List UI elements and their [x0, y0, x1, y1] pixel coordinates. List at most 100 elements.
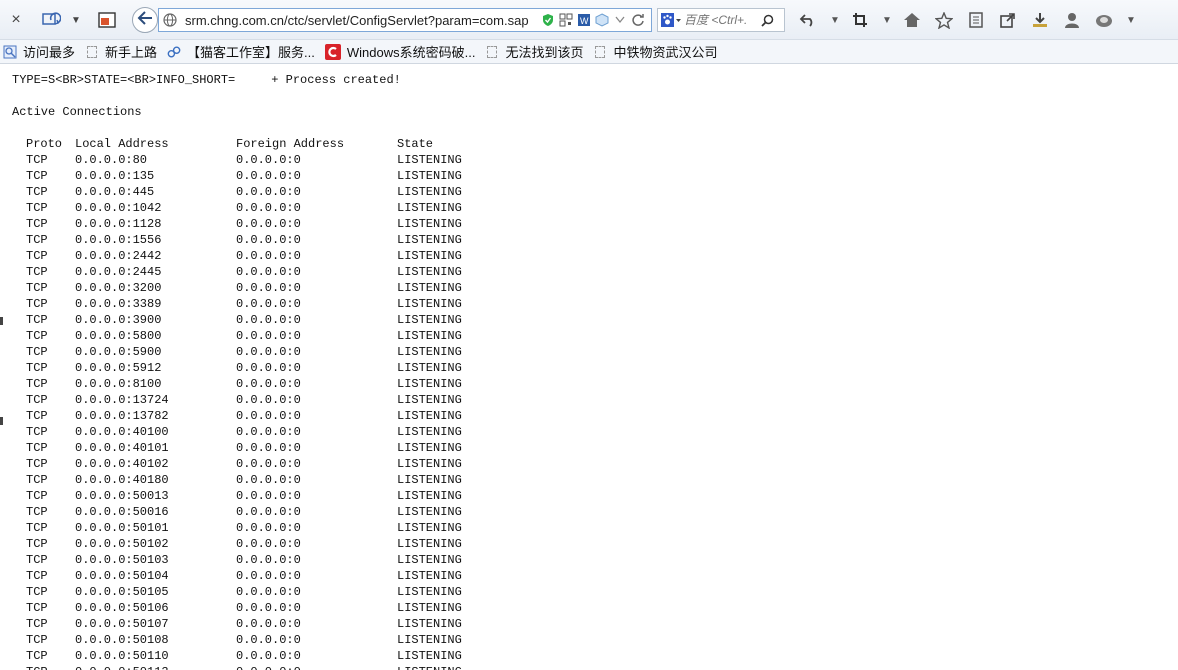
cell-state: LISTENING: [397, 425, 462, 439]
cell-local-address: 0.0.0.0:80: [75, 153, 148, 167]
search-input[interactable]: [684, 13, 758, 27]
page-content: TYPE=S<BR>STATE=<BR>INFO_SHORT= + Proces…: [0, 65, 1178, 670]
cell-foreign-address: 0.0.0.0:0: [236, 217, 301, 231]
cell-proto: TCP: [26, 361, 48, 375]
chevron-down-icon[interactable]: ▼: [828, 8, 842, 32]
cell-local-address: 0.0.0.0:445: [75, 185, 155, 199]
home-icon[interactable]: [900, 8, 924, 32]
cell-state: LISTENING: [397, 249, 462, 263]
cell-foreign-address: 0.0.0.0:0: [236, 393, 301, 407]
bookmark-page-not-found[interactable]: 无法找到该页: [485, 42, 583, 61]
word-icon[interactable]: W: [577, 13, 591, 27]
cell-local-address: 0.0.0.0:135: [75, 169, 155, 183]
cell-state: LISTENING: [397, 664, 462, 670]
cell-proto: TCP: [26, 569, 48, 583]
cell-proto: TCP: [26, 185, 48, 199]
bookmark-maoke-studio[interactable]: 【猫客工作室】服务...: [167, 42, 315, 61]
header-local-address: Local Address: [75, 137, 169, 151]
cell-foreign-address: 0.0.0.0:0: [236, 553, 301, 567]
cell-foreign-address: 0.0.0.0:0: [236, 169, 301, 183]
cell-state: LISTENING: [397, 361, 462, 375]
reload-icon[interactable]: [631, 13, 645, 27]
bookmark-most-visited[interactable]: 访问最多: [3, 42, 75, 61]
cell-foreign-address: 0.0.0.0:0: [236, 457, 301, 471]
addon-icon[interactable]: [1092, 8, 1116, 32]
cell-local-address: 0.0.0.0:40100: [75, 425, 169, 439]
cell-state: LISTENING: [397, 201, 462, 215]
bookmark-label: 中铁物资武汉公司: [613, 45, 718, 60]
cell-foreign-address: 0.0.0.0:0: [236, 377, 301, 391]
star-icon[interactable]: [932, 8, 956, 32]
cell-proto: TCP: [26, 281, 48, 295]
cube-icon[interactable]: [595, 13, 609, 27]
cell-proto: TCP: [26, 425, 48, 439]
back-button[interactable]: [132, 7, 158, 33]
search-icon[interactable]: [758, 14, 776, 27]
cell-foreign-address: 0.0.0.0:0: [236, 233, 301, 247]
cell-foreign-address: 0.0.0.0:0: [236, 409, 301, 423]
user-icon[interactable]: [1060, 8, 1084, 32]
cell-proto: TCP: [26, 601, 48, 615]
address-bar[interactable]: srm.chng.com.cn/ctc/servlet/ConfigServle…: [158, 8, 652, 32]
cell-proto: TCP: [26, 217, 48, 231]
most-visited-icon: [3, 45, 17, 59]
cell-foreign-address: 0.0.0.0:0: [236, 345, 301, 359]
cell-foreign-address: 0.0.0.0:0: [236, 441, 301, 455]
url-text[interactable]: srm.chng.com.cn/ctc/servlet/ConfigServle…: [185, 13, 541, 28]
undo-icon[interactable]: [796, 8, 820, 32]
cell-local-address: 0.0.0.0:5912: [75, 361, 162, 375]
bookmark-china-railway[interactable]: 中铁物资武汉公司: [593, 42, 717, 61]
reader-icon[interactable]: [964, 8, 988, 32]
cell-local-address: 0.0.0.0:5900: [75, 345, 162, 359]
crop-icon[interactable]: [848, 8, 872, 32]
page-icon[interactable]: [96, 8, 118, 32]
cell-proto: TCP: [26, 664, 48, 670]
cell-state: LISTENING: [397, 265, 462, 279]
chevron-down-icon[interactable]: ▼: [880, 8, 894, 32]
cell-state: LISTENING: [397, 153, 462, 167]
cell-proto: TCP: [26, 249, 48, 263]
shield-icon[interactable]: [541, 13, 555, 27]
cell-state: LISTENING: [397, 441, 462, 455]
cell-local-address: 0.0.0.0:5800: [75, 329, 162, 343]
globe-icon: [163, 13, 181, 27]
chevron-down-icon[interactable]: [613, 13, 627, 27]
cell-local-address: 0.0.0.0:50106: [75, 601, 169, 615]
cell-foreign-address: 0.0.0.0:0: [236, 201, 301, 215]
cell-state: LISTENING: [397, 217, 462, 231]
cell-state: LISTENING: [397, 185, 462, 199]
qr-code-icon[interactable]: [559, 13, 573, 27]
close-tab-icon[interactable]: ×: [6, 8, 26, 32]
bookmarks-bar: 访问最多 新手上路 【猫客工作室】服务... Windows系统密码破... 无…: [0, 40, 1178, 64]
cell-local-address: 0.0.0.0:50104: [75, 569, 169, 583]
chevron-down-icon[interactable]: ▼: [1124, 8, 1138, 32]
cell-state: LISTENING: [397, 537, 462, 551]
cell-foreign-address: 0.0.0.0:0: [236, 313, 301, 327]
cell-foreign-address: 0.0.0.0:0: [236, 585, 301, 599]
cell-local-address: 0.0.0.0:50101: [75, 521, 169, 535]
cell-foreign-address: 0.0.0.0:0: [236, 649, 301, 663]
cell-foreign-address: 0.0.0.0:0: [236, 569, 301, 583]
search-box[interactable]: [657, 8, 785, 32]
paw-search-engine-icon[interactable]: [658, 13, 684, 27]
header-state: State: [397, 137, 434, 151]
share-icon[interactable]: [996, 8, 1020, 32]
blank-page-icon: [85, 45, 99, 59]
cell-local-address: 0.0.0.0:40102: [75, 457, 169, 471]
cell-state: LISTENING: [397, 505, 462, 519]
cell-proto: TCP: [26, 537, 48, 551]
cell-foreign-address: 0.0.0.0:0: [236, 521, 301, 535]
cell-proto: TCP: [26, 409, 48, 423]
cell-state: LISTENING: [397, 521, 462, 535]
svg-text:W: W: [580, 16, 589, 26]
reopen-tab-icon[interactable]: [38, 8, 64, 32]
download-icon[interactable]: [1028, 8, 1052, 32]
bookmark-windows-password[interactable]: Windows系统密码破...: [324, 42, 475, 61]
cell-state: LISTENING: [397, 601, 462, 615]
bookmark-getting-started[interactable]: 新手上路: [85, 42, 157, 61]
cell-local-address: 0.0.0.0:3200: [75, 281, 162, 295]
chevron-down-icon[interactable]: ▼: [68, 8, 84, 32]
cell-local-address: 0.0.0.0:13724: [75, 393, 169, 407]
cell-local-address: 0.0.0.0:50016: [75, 505, 169, 519]
cell-proto: TCP: [26, 521, 48, 535]
